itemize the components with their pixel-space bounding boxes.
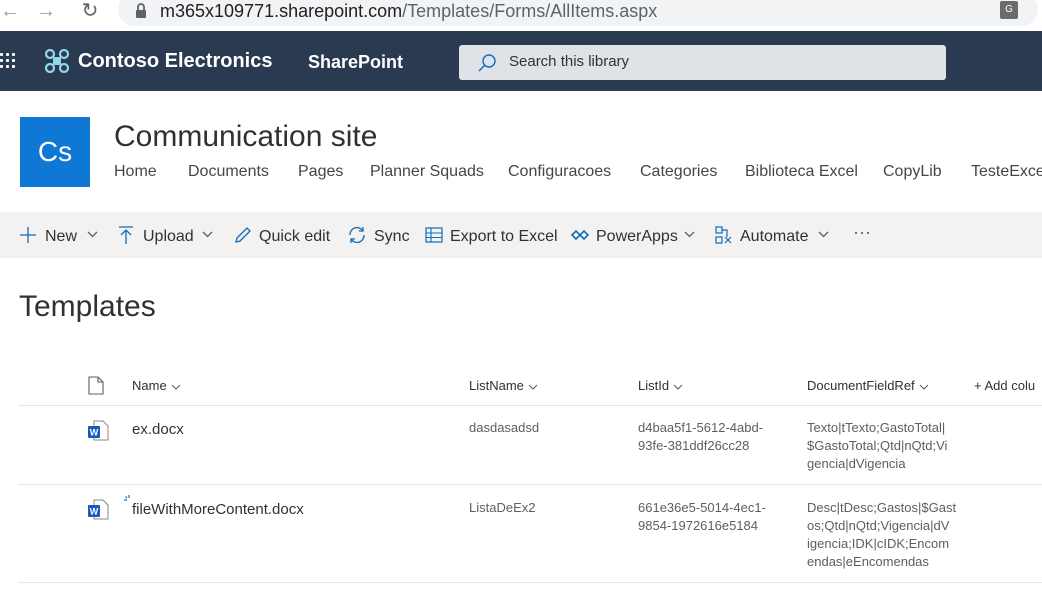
reload-icon[interactable]: ↻ — [78, 0, 102, 24]
documentfieldref-line: gencia|dVigencia — [807, 456, 906, 471]
documentfieldref-line: Texto|tTexto;GastoTotal| — [807, 420, 946, 435]
automate-flow-icon — [715, 226, 732, 244]
url-host: m365x109771.sharepoint.com — [160, 1, 403, 21]
contoso-logo-icon — [45, 49, 69, 73]
list-header: Name ListName ListId DocumentFieldRef + … — [18, 368, 1042, 406]
forward-arrow-icon[interactable]: → — [34, 0, 58, 24]
export-label: Export to Excel — [450, 228, 558, 245]
lock-icon[interactable] — [134, 2, 148, 20]
word-document-icon: W — [88, 420, 109, 441]
nav-item-testeexcel[interactable]: TesteExcel — [971, 163, 1042, 181]
chevron-down-icon — [87, 231, 98, 238]
listid-line: 93fe-381ddf26cc28 — [638, 438, 750, 453]
sync-icon — [349, 227, 365, 243]
search-input[interactable] — [509, 53, 909, 70]
svg-text:W: W — [90, 507, 99, 517]
powerapps-icon — [570, 229, 590, 241]
documentfieldref-line: igencia;IDK|cIDK;Encom — [807, 536, 950, 551]
list-item[interactable]: W fileWithMoreContent.docx ListaDeEx2 66… — [18, 485, 1042, 583]
excel-grid-icon — [425, 227, 443, 243]
svg-text:W: W — [90, 428, 99, 438]
word-document-icon: W — [88, 499, 109, 520]
powerapps-label: PowerApps — [596, 228, 678, 245]
listid-line: 661e36e5-5014-4ec1- — [638, 500, 766, 515]
chevron-down-icon — [673, 384, 683, 390]
library-title: Templates — [19, 290, 156, 323]
nav-item-pages[interactable]: Pages — [298, 163, 343, 181]
column-header-name[interactable]: Name — [132, 378, 181, 393]
nav-item-planner-squads[interactable]: Planner Squads — [370, 163, 484, 181]
nav-item-biblioteca-excel[interactable]: Biblioteca Excel — [745, 163, 858, 181]
upload-label: Upload — [143, 228, 194, 245]
back-arrow-icon[interactable]: ← — [0, 0, 22, 24]
listname-cell: dasdasadsd — [469, 420, 540, 435]
column-listname-label: ListName — [469, 378, 524, 393]
chevron-down-icon — [684, 231, 695, 238]
nav-item-documents[interactable]: Documents — [188, 163, 269, 181]
documentfieldref-cell: Desc|tDesc;Gastos|$Gast os;Qtd|nQtd;Vige… — [807, 499, 956, 571]
app-launcher-icon[interactable] — [0, 53, 20, 71]
chevron-down-icon — [202, 231, 213, 238]
new-button[interactable]: New — [18, 225, 102, 247]
nav-item-home[interactable]: Home — [114, 163, 157, 181]
site-title[interactable]: Communication site — [114, 120, 377, 154]
chevron-down-icon — [528, 384, 538, 390]
column-documentfieldref-label: DocumentFieldRef — [807, 378, 915, 393]
column-name-label: Name — [132, 378, 167, 393]
plus-icon — [20, 227, 36, 243]
new-label: New — [45, 228, 78, 245]
chevron-down-icon — [171, 384, 181, 390]
file-type-icon[interactable] — [88, 376, 104, 395]
documentfieldref-line: endas|eEncomendas — [807, 554, 929, 569]
quick-edit-button[interactable]: Quick edit — [233, 225, 333, 247]
nav-item-configuracoes[interactable]: Configuracoes — [508, 163, 611, 181]
file-name-link[interactable]: ex.docx — [132, 421, 184, 439]
list-item[interactable]: W ex.docx dasdasadsd d4baa5f1-5612-4abd-… — [18, 406, 1042, 485]
column-header-listid[interactable]: ListId — [638, 378, 683, 393]
chevron-down-icon — [818, 231, 829, 238]
browser-toolbar: ← → ↻ m365x109771.sharepoint.com/Templat… — [0, 0, 1042, 26]
documentfieldref-cell: Texto|tTexto;GastoTotal| $GastoTotal;Qtd… — [807, 419, 947, 473]
brand-name[interactable]: Contoso Electronics — [78, 50, 272, 73]
automate-label: Automate — [740, 228, 809, 245]
quick-edit-label: Quick edit — [259, 228, 331, 245]
translate-icon[interactable]: G — [1000, 1, 1018, 19]
site-logo[interactable]: Cs — [20, 117, 90, 187]
powerapps-button[interactable]: PowerApps — [570, 225, 698, 247]
more-options-button[interactable]: ··· — [853, 222, 877, 244]
url-path: /Templates/Forms/AllItems.aspx — [402, 1, 658, 21]
sync-label: Sync — [374, 228, 410, 245]
export-to-excel-button[interactable]: Export to Excel — [424, 225, 558, 247]
file-name-link[interactable]: fileWithMoreContent.docx — [132, 501, 304, 519]
nav-item-categories[interactable]: Categories — [640, 163, 717, 181]
documentfieldref-line: Desc|tDesc;Gastos|$Gast — [807, 500, 957, 515]
sync-button[interactable]: Sync — [347, 225, 410, 247]
documentfieldref-line: os;Qtd|nQtd;Vigencia|dV — [807, 518, 950, 533]
add-column-button[interactable]: + Add colu — [974, 378, 1035, 393]
chevron-down-icon — [919, 384, 929, 390]
listid-line: d4baa5f1-5612-4abd- — [638, 420, 764, 435]
suite-bar: Contoso Electronics SharePoint — [0, 31, 1042, 91]
documentfieldref-line: $GastoTotal;Qtd|nQtd;Vi — [807, 438, 948, 453]
column-listid-label: ListId — [638, 378, 670, 393]
command-bar: New Upload Quick edit Sync Export to Exc… — [0, 212, 1042, 258]
automate-button[interactable]: Automate — [714, 225, 834, 247]
url-text[interactable]: m365x109771.sharepoint.com/Templates/For… — [160, 1, 657, 22]
nav-item-copylib[interactable]: CopyLib — [883, 163, 942, 181]
search-icon — [478, 54, 496, 72]
app-name[interactable]: SharePoint — [308, 52, 403, 73]
upload-icon — [119, 226, 133, 244]
upload-button[interactable]: Upload — [116, 225, 218, 247]
listid-line: 9854-1972616e5184 — [638, 518, 759, 533]
pencil-icon — [235, 227, 251, 243]
listid-cell: 661e36e5-5014-4ec1- 9854-1972616e5184 — [638, 499, 766, 535]
search-box[interactable] — [459, 45, 946, 80]
column-header-documentfieldref[interactable]: DocumentFieldRef — [807, 378, 929, 393]
listname-cell: ListaDeEx2 — [469, 500, 536, 515]
listid-cell: d4baa5f1-5612-4abd- 93fe-381ddf26cc28 — [638, 419, 763, 455]
column-header-listname[interactable]: ListName — [469, 378, 538, 393]
